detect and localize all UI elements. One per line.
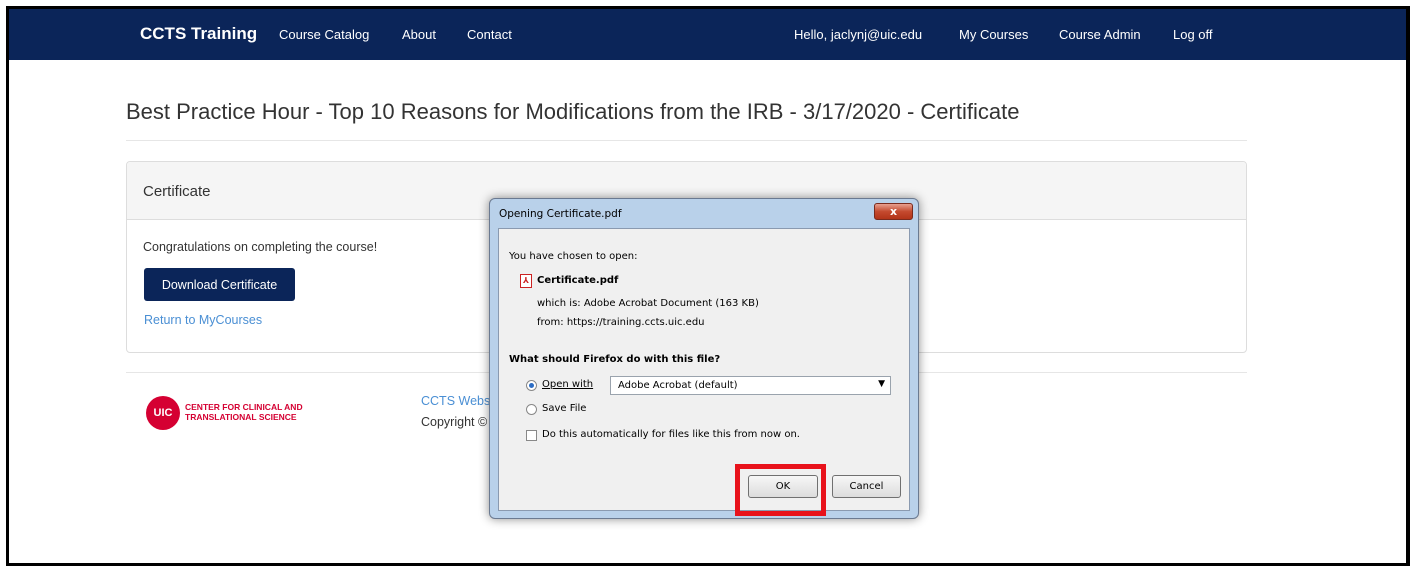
open-with-value: Adobe Acrobat (default)	[618, 380, 738, 391]
opening-file-dialog: Opening Certificate.pdf x You have chose…	[489, 198, 919, 519]
logo-line-2: TRANSLATIONAL SCIENCE	[185, 412, 297, 422]
chevron-down-icon: ▼	[878, 379, 885, 389]
dialog-close-button[interactable]: x	[874, 203, 913, 220]
nav-course-catalog[interactable]: Course Catalog	[279, 27, 369, 42]
nav-log-off[interactable]: Log off	[1173, 27, 1213, 42]
file-source: from: https://training.ccts.uic.edu	[537, 317, 705, 328]
congrats-message: Congratulations on completing the course…	[143, 240, 378, 254]
pdf-file-icon: ⅄	[520, 274, 532, 288]
save-file-label[interactable]: Save File	[542, 403, 586, 414]
open-with-radio[interactable]	[526, 380, 537, 391]
uic-logo-text: CENTER FOR CLINICAL AND TRANSLATIONAL SC…	[185, 402, 303, 422]
file-type: which is: Adobe Acrobat Document (163 KB…	[537, 298, 759, 309]
brand-link[interactable]: CCTS Training	[140, 24, 257, 44]
nav-course-admin[interactable]: Course Admin	[1059, 27, 1141, 42]
ccts-website-link[interactable]: CCTS Webs	[421, 394, 490, 408]
uic-ccts-logo[interactable]: UIC CENTER FOR CLINICAL AND TRANSLATIONA…	[146, 396, 346, 430]
logo-line-1: CENTER FOR CLINICAL AND	[185, 402, 303, 412]
auto-checkbox[interactable]	[526, 430, 537, 441]
nav-user-greeting[interactable]: Hello, jaclynj@uic.edu	[794, 27, 922, 42]
uic-logo-mark: UIC	[146, 396, 180, 430]
panel-title: Certificate	[143, 183, 211, 200]
file-name: Certificate.pdf	[537, 275, 619, 286]
top-navbar: CCTS Training Course Catalog About Conta…	[9, 9, 1406, 60]
save-file-radio[interactable]	[526, 404, 537, 415]
nav-about[interactable]: About	[402, 27, 436, 42]
dialog-title: Opening Certificate.pdf	[499, 208, 622, 220]
download-certificate-button[interactable]: Download Certificate	[144, 268, 295, 301]
chosen-label: You have chosen to open:	[509, 251, 638, 262]
return-to-mycourses-link[interactable]: Return to MyCourses	[144, 313, 262, 327]
page-title: Best Practice Hour - Top 10 Reasons for …	[126, 99, 1020, 124]
nav-my-courses[interactable]: My Courses	[959, 27, 1028, 42]
title-divider	[126, 140, 1247, 141]
open-with-label[interactable]: Open with	[542, 379, 593, 390]
auto-checkbox-label[interactable]: Do this automatically for files like thi…	[542, 429, 800, 440]
dialog-body: You have chosen to open: ⅄ Certificate.p…	[498, 228, 910, 511]
copyright-text: Copyright ©	[421, 415, 488, 429]
open-with-select[interactable]: Adobe Acrobat (default) ▼	[610, 376, 891, 395]
ok-highlight-box	[735, 464, 826, 516]
nav-contact[interactable]: Contact	[467, 27, 512, 42]
firefox-question: What should Firefox do with this file?	[509, 354, 721, 365]
cancel-button[interactable]: Cancel	[832, 475, 901, 498]
